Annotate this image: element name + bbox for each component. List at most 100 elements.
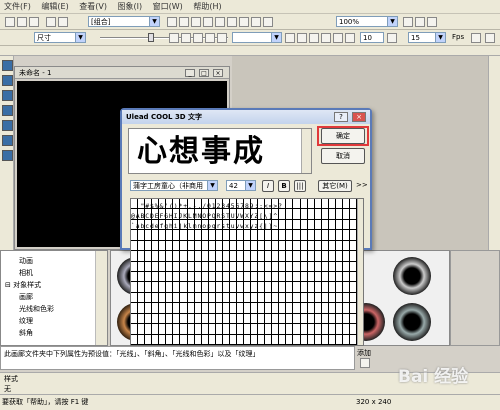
char-cell[interactable] bbox=[138, 324, 146, 335]
char-cell[interactable] bbox=[152, 282, 160, 293]
char-cell[interactable] bbox=[194, 292, 202, 304]
char-cell[interactable] bbox=[187, 251, 195, 262]
char-cell[interactable] bbox=[328, 303, 336, 314]
plus-icon[interactable] bbox=[169, 33, 179, 43]
char-cell[interactable] bbox=[328, 334, 336, 345]
char-cell[interactable] bbox=[335, 334, 343, 345]
char-cell[interactable] bbox=[208, 313, 216, 325]
char-cell[interactable] bbox=[215, 251, 223, 262]
char-cell[interactable] bbox=[272, 292, 280, 304]
char-cell[interactable] bbox=[321, 313, 329, 325]
char-cell[interactable] bbox=[180, 272, 188, 283]
char-cell[interactable] bbox=[138, 261, 146, 272]
effect-combo[interactable]: ▼ bbox=[232, 32, 282, 43]
char-cell[interactable] bbox=[342, 334, 350, 345]
char-cell[interactable] bbox=[159, 292, 167, 304]
char-cell[interactable] bbox=[328, 272, 336, 283]
collapse-icon[interactable]: ⊟ bbox=[5, 281, 13, 289]
char-cell[interactable] bbox=[152, 219, 160, 231]
char-cell[interactable] bbox=[279, 230, 287, 241]
move-icon[interactable] bbox=[193, 33, 203, 43]
char-cell[interactable] bbox=[349, 334, 357, 345]
char-cell[interactable] bbox=[258, 261, 266, 272]
object-group-combo[interactable]: [组合] ▼ bbox=[88, 16, 160, 27]
char-cell[interactable] bbox=[201, 230, 209, 241]
char-cell[interactable] bbox=[321, 240, 329, 252]
char-cell[interactable] bbox=[349, 261, 357, 272]
char-cell[interactable] bbox=[300, 230, 308, 241]
char-cell[interactable] bbox=[335, 209, 343, 220]
char-cell[interactable] bbox=[159, 209, 167, 220]
char-cell[interactable] bbox=[131, 282, 139, 293]
char-cell[interactable] bbox=[194, 261, 202, 272]
italic-button[interactable]: I bbox=[262, 180, 274, 192]
char-cell[interactable] bbox=[300, 313, 308, 325]
char-cell[interactable] bbox=[251, 219, 259, 231]
char-cell[interactable] bbox=[258, 272, 266, 283]
char-cell[interactable] bbox=[265, 209, 273, 220]
char-cell[interactable] bbox=[138, 230, 146, 241]
char-cell[interactable] bbox=[222, 272, 230, 283]
char-cell[interactable] bbox=[236, 282, 244, 293]
char-cell[interactable] bbox=[279, 282, 287, 293]
char-cell[interactable] bbox=[222, 230, 230, 241]
char-cell[interactable] bbox=[258, 240, 266, 252]
char-cell[interactable] bbox=[272, 219, 280, 231]
char-cell[interactable] bbox=[279, 303, 287, 314]
new-icon[interactable] bbox=[5, 17, 15, 27]
char-cell[interactable] bbox=[159, 261, 167, 272]
char-cell[interactable] bbox=[307, 261, 315, 272]
hand-icon[interactable] bbox=[403, 17, 413, 27]
char-cell[interactable] bbox=[265, 261, 273, 272]
char-cell[interactable] bbox=[286, 209, 294, 220]
char-cell[interactable] bbox=[272, 251, 280, 262]
char-cell[interactable] bbox=[180, 199, 188, 210]
char-cell[interactable] bbox=[173, 230, 181, 241]
char-cell[interactable] bbox=[293, 240, 301, 252]
char-cell[interactable] bbox=[265, 303, 273, 314]
char-cell[interactable] bbox=[159, 240, 167, 252]
char-cell[interactable] bbox=[272, 303, 280, 314]
char-cell[interactable] bbox=[328, 324, 336, 335]
menu-help[interactable]: 帮助(H) bbox=[189, 0, 225, 12]
char-cell[interactable] bbox=[251, 292, 259, 304]
char-cell[interactable] bbox=[208, 209, 216, 220]
char-cell[interactable] bbox=[138, 303, 146, 314]
char-cell[interactable] bbox=[328, 313, 336, 325]
char-cell[interactable] bbox=[187, 209, 195, 220]
char-cell[interactable] bbox=[265, 219, 273, 231]
char-cell[interactable] bbox=[342, 303, 350, 314]
char-cell[interactable] bbox=[286, 199, 294, 210]
char-cell[interactable] bbox=[244, 303, 252, 314]
char-cell[interactable] bbox=[131, 209, 139, 220]
char-cell[interactable] bbox=[208, 230, 216, 241]
char-cell[interactable] bbox=[152, 313, 160, 325]
char-cell[interactable] bbox=[138, 282, 146, 293]
cancel-button[interactable]: 取消 bbox=[321, 148, 365, 164]
char-cell[interactable] bbox=[279, 334, 287, 345]
char-cell[interactable] bbox=[208, 251, 216, 262]
char-cell[interactable] bbox=[272, 209, 280, 220]
char-cell[interactable] bbox=[272, 230, 280, 241]
char-cell[interactable] bbox=[300, 334, 308, 345]
char-cell[interactable] bbox=[321, 272, 329, 283]
char-cell[interactable] bbox=[342, 251, 350, 262]
char-cell[interactable] bbox=[258, 199, 266, 210]
char-cell[interactable] bbox=[152, 230, 160, 241]
char-cell[interactable] bbox=[236, 209, 244, 220]
char-cell[interactable] bbox=[265, 272, 273, 283]
char-cell[interactable] bbox=[335, 272, 343, 283]
menu-image[interactable]: 图象(I) bbox=[114, 0, 147, 12]
char-cell[interactable] bbox=[335, 292, 343, 304]
char-cell[interactable] bbox=[145, 261, 153, 272]
char-cell[interactable] bbox=[236, 313, 244, 325]
char-cell[interactable] bbox=[131, 230, 139, 241]
char-cell[interactable] bbox=[293, 313, 301, 325]
char-cell[interactable] bbox=[166, 230, 174, 241]
char-cell[interactable] bbox=[272, 199, 280, 210]
char-cell[interactable] bbox=[244, 199, 252, 210]
char-cell[interactable] bbox=[272, 313, 280, 325]
char-cell[interactable] bbox=[293, 251, 301, 262]
tree-item-gallery[interactable]: 画廊 bbox=[5, 291, 54, 303]
char-cell[interactable] bbox=[307, 240, 315, 252]
